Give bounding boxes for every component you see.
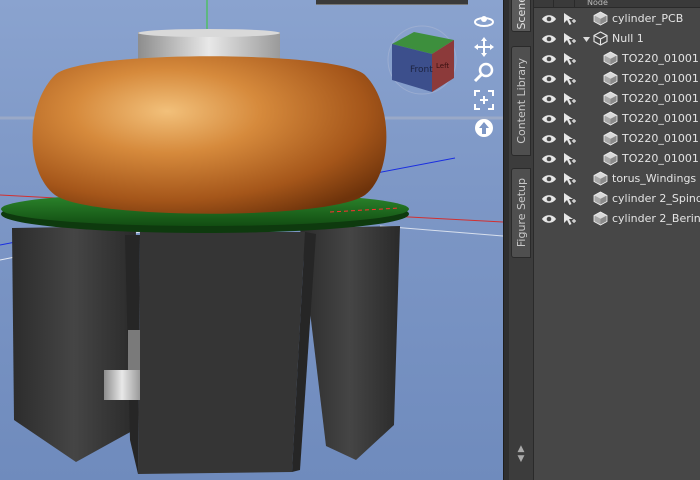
scene-node-label: TO220_01001 (2): [622, 52, 700, 65]
scene-node-row[interactable]: cylinder 2_Bering: [534, 209, 700, 229]
scene-node-row[interactable]: TO220_01001 (3): [534, 69, 700, 89]
base-block-right: [300, 226, 400, 460]
scene-node-label: torus_Windings: [612, 172, 697, 185]
eye-icon[interactable]: [541, 194, 557, 204]
scene-node-row[interactable]: TO220_01001 (4): [534, 89, 700, 109]
cube-icon: [593, 171, 608, 186]
scene-node-row[interactable]: cylinder 2_Spindl: [534, 189, 700, 209]
pointer-icon[interactable]: [563, 92, 577, 106]
scene-node-label: TO220_01001: [622, 112, 699, 125]
zoom-icon[interactable]: [471, 61, 497, 85]
pointer-icon[interactable]: [563, 152, 577, 166]
eye-icon[interactable]: [541, 214, 557, 224]
eye-icon[interactable]: [541, 174, 557, 184]
pan-icon[interactable]: [471, 35, 497, 59]
view-cube-left-label: Left: [436, 62, 449, 70]
scene-node-row[interactable]: TO220_01001 (6): [534, 149, 700, 169]
eye-icon[interactable]: [541, 94, 557, 104]
eye-icon[interactable]: [541, 14, 557, 24]
pointer-icon[interactable]: [563, 72, 577, 86]
pointer-icon[interactable]: [563, 12, 577, 26]
orbit-icon[interactable]: [471, 9, 497, 33]
null-icon: [593, 31, 608, 46]
scene-node-label: cylinder 2_Spindl: [612, 192, 700, 205]
eye-icon[interactable]: [541, 34, 557, 44]
pointer-icon[interactable]: [563, 32, 577, 46]
cube-icon: [593, 211, 608, 226]
cube-icon: [593, 191, 608, 206]
visibility-column-header[interactable]: [540, 0, 554, 8]
base-block-center: [138, 232, 305, 474]
scene-node-row[interactable]: torus_Windings: [534, 169, 700, 189]
cube-icon: [603, 131, 618, 146]
torus-windings: [32, 56, 387, 214]
node-column-header[interactable]: Node: [584, 0, 700, 8]
pointer-icon[interactable]: [563, 112, 577, 126]
scene-node-row[interactable]: Null 1: [534, 29, 700, 49]
bearing-cylinder: [104, 370, 140, 400]
pointer-icon[interactable]: [563, 212, 577, 226]
scene-node-label: TO220_01001 (3): [622, 72, 700, 85]
pointer-icon[interactable]: [563, 192, 577, 206]
cube-icon: [593, 11, 608, 26]
pointer-icon[interactable]: [563, 172, 577, 186]
cube-icon: [603, 51, 618, 66]
base-block-left: [12, 226, 136, 462]
scene-node-label: TO220_01001 (5): [622, 132, 700, 145]
scene-panel: Node cylinder_PCB Null 1 TO220_01001 (2) TO…: [533, 0, 700, 480]
viewport-top-strip: [316, 0, 468, 5]
eye-icon[interactable]: [541, 154, 557, 164]
reset-view-icon[interactable]: [471, 116, 497, 140]
eye-icon[interactable]: [541, 134, 557, 144]
scene-node-row[interactable]: TO220_01001: [534, 109, 700, 129]
frame-icon[interactable]: [471, 88, 497, 112]
pointer-icon[interactable]: [563, 132, 577, 146]
scene-node-label: TO220_01001 (6): [622, 152, 700, 165]
3d-viewport[interactable]: Front Left: [0, 0, 503, 480]
view-cube[interactable]: Front Left: [386, 24, 458, 96]
scene-node-label: cylinder_PCB: [612, 12, 684, 25]
pointer-icon[interactable]: [563, 52, 577, 66]
cube-icon: [603, 71, 618, 86]
tab-scene[interactable]: Scene: [511, 0, 531, 32]
cube-icon: [603, 151, 618, 166]
scene-column-header: Node: [534, 0, 700, 8]
eye-icon[interactable]: [541, 114, 557, 124]
selectable-column-header[interactable]: [561, 0, 575, 8]
scene-node-label: cylinder 2_Bering: [612, 212, 700, 225]
scene-node-row[interactable]: cylinder_PCB: [534, 9, 700, 29]
tab-figure-setup[interactable]: Figure Setup: [511, 168, 531, 258]
scene-node-label: Null 1: [612, 32, 644, 45]
expand-arrow-icon[interactable]: [582, 34, 591, 43]
eye-icon[interactable]: [541, 74, 557, 84]
tab-content-library[interactable]: Content Library: [511, 46, 531, 156]
eye-icon[interactable]: [541, 54, 557, 64]
scene-node-row[interactable]: TO220_01001 (2): [534, 49, 700, 69]
cube-icon: [603, 91, 618, 106]
tab-scroll-arrows[interactable]: ▲ ▼: [513, 444, 529, 474]
scene-node-row[interactable]: TO220_01001 (5): [534, 129, 700, 149]
side-tab-strip: Scene Content Library Figure Setup ▲ ▼: [509, 0, 533, 480]
scene-node-label: TO220_01001 (4): [622, 92, 700, 105]
cube-icon: [603, 111, 618, 126]
view-cube-front-label: Front: [410, 65, 433, 75]
